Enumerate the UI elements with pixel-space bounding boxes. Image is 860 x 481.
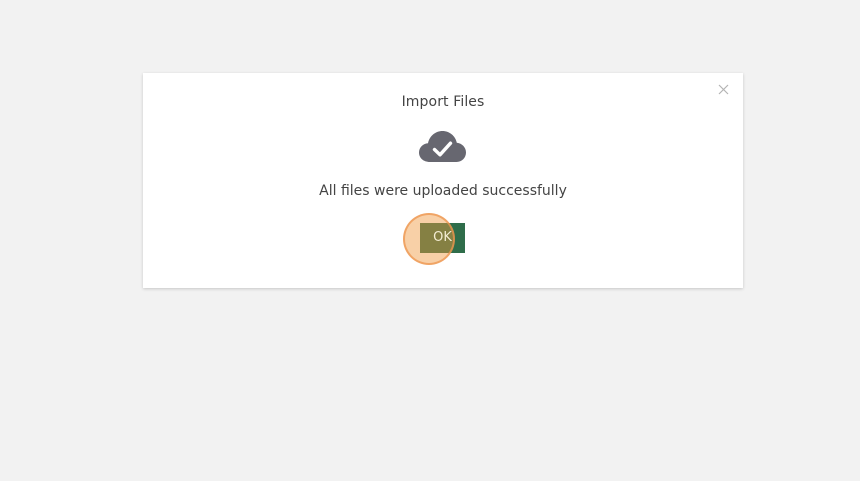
page-backdrop: Import Files All files were uploaded suc… — [0, 0, 860, 481]
cloud-check-icon — [419, 131, 466, 162]
ok-button-label: OK — [433, 230, 452, 245]
close-icon — [718, 84, 728, 94]
ok-button[interactable]: OK — [420, 223, 465, 253]
dialog-title: Import Files — [401, 94, 485, 110]
success-message: All files were uploaded successfully — [319, 183, 567, 199]
import-files-dialog: Import Files All files were uploaded suc… — [143, 73, 743, 288]
